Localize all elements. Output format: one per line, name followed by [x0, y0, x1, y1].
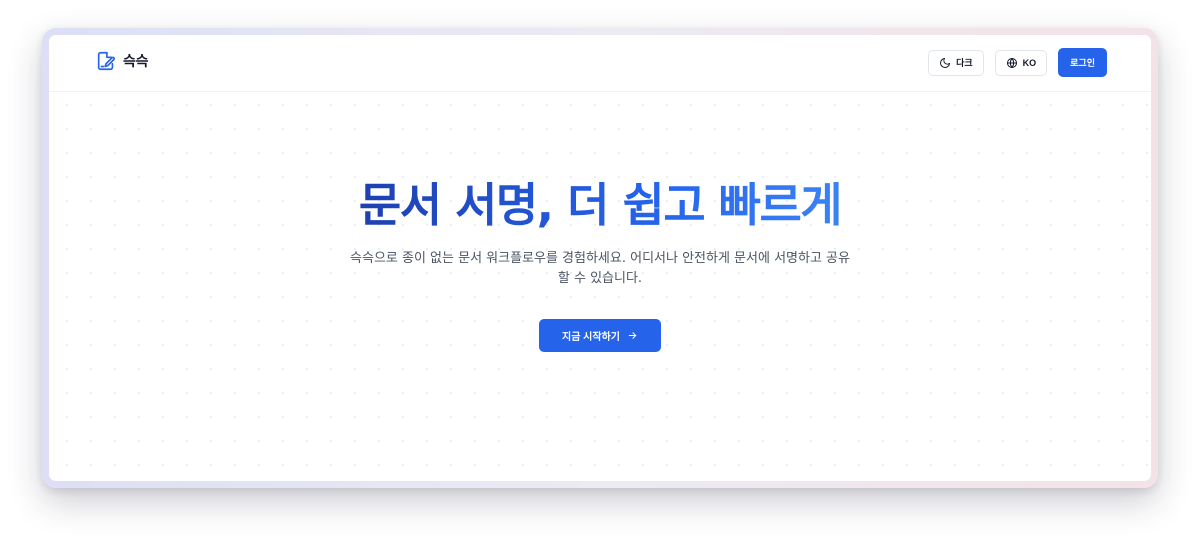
theme-toggle-label: 다크 — [956, 58, 973, 68]
document-pen-icon — [97, 51, 115, 71]
theme-toggle-button[interactable]: 다크 — [928, 49, 984, 76]
browser-frame: 슥슥 다크 KO 로그인 문서 서명, 더 쉽고 빠르게 슥슥으로 종이 없는 … — [42, 28, 1158, 488]
hero-section: 문서 서명, 더 쉽고 빠르게 슥슥으로 종이 없는 문서 워크플로우를 경험하… — [49, 175, 1151, 352]
navbar-actions: 다크 KO 로그인 — [928, 48, 1107, 77]
navbar: 슥슥 다크 KO 로그인 — [49, 35, 1151, 92]
language-toggle-label: KO — [1022, 57, 1037, 68]
hero-subtitle: 슥슥으로 종이 없는 문서 워크플로우를 경험하세요. 어디서나 안전하게 문서… — [350, 251, 850, 286]
page-stage: 슥슥 다크 KO 로그인 문서 서명, 더 쉽고 빠르게 슥슥으로 종이 없는 … — [0, 0, 1200, 543]
arrow-right-icon — [628, 332, 637, 339]
language-toggle-button[interactable]: KO — [994, 49, 1048, 76]
hero-title: 문서 서명, 더 쉽고 빠르게 — [359, 175, 843, 235]
get-started-button[interactable]: 지금 시작하기 — [539, 319, 661, 352]
moon-icon — [940, 57, 951, 68]
get-started-label: 지금 시작하기 — [562, 332, 620, 343]
brand-logo-link[interactable]: 슥슥 — [95, 50, 148, 72]
login-button[interactable]: 로그인 — [1058, 48, 1107, 77]
app-window: 슥슥 다크 KO 로그인 문서 서명, 더 쉽고 빠르게 슥슥으로 종이 없는 … — [49, 35, 1151, 481]
globe-icon — [1006, 57, 1017, 68]
brand-name: 슥슥 — [123, 54, 149, 70]
